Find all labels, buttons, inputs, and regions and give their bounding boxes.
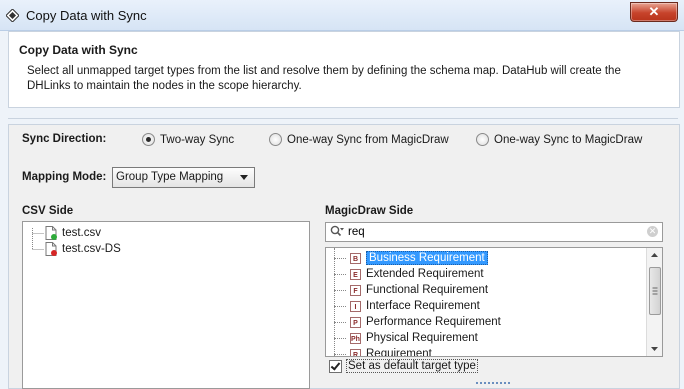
requirement-icon: R — [350, 348, 361, 356]
list-item[interactable]: B Business Requirement — [326, 250, 488, 266]
header-panel: Copy Data with Sync Select all unmapped … — [8, 31, 680, 108]
close-button[interactable]: ✕ — [630, 2, 678, 22]
requirement-icon: I — [350, 300, 361, 312]
dialog-description: Select all unmapped target types from th… — [27, 65, 621, 92]
list-item-label: Functional Requirement — [366, 284, 489, 296]
radio-one-way-from-magicdraw[interactable]: One-way Sync from MagicDraw — [269, 133, 449, 146]
clear-icon[interactable]: ✕ — [647, 226, 658, 237]
radio-one-way-to-magicdraw[interactable]: One-way Sync to MagicDraw — [476, 133, 642, 146]
magicdraw-type-list[interactable]: B Business Requirement E Extended Requir… — [325, 247, 663, 357]
scrollbar-thumb[interactable] — [649, 267, 661, 315]
scroll-down-icon[interactable] — [647, 341, 662, 356]
vertical-scrollbar[interactable] — [646, 248, 662, 356]
radio-two-way-sync[interactable]: Two-way Sync — [142, 133, 234, 146]
list-item[interactable]: R Requirement — [326, 346, 432, 357]
checkbox-checked-icon[interactable] — [329, 359, 342, 373]
mapping-mode-select[interactable]: Group Type Mapping — [112, 167, 255, 188]
requirement-icon: P — [350, 316, 361, 328]
divider — [8, 118, 678, 119]
radio-label: One-way Sync to MagicDraw — [494, 133, 643, 146]
list-item[interactable]: E Extended Requirement — [326, 266, 484, 282]
app-icon — [6, 9, 19, 22]
list-item[interactable]: F Functional Requirement — [326, 282, 488, 298]
list-item-label: Requirement — [366, 348, 432, 357]
scroll-up-icon[interactable] — [647, 248, 662, 263]
magicdraw-side-label: MagicDraw Side — [325, 205, 414, 217]
search-icon — [330, 225, 344, 237]
radio-label: Two-way Sync — [160, 133, 235, 146]
requirement-icon: F — [350, 284, 361, 296]
grip-icon — [652, 287, 658, 295]
csv-file-icon — [45, 226, 57, 240]
list-item-label: Interface Requirement — [366, 300, 480, 312]
splitter-handle[interactable] — [476, 382, 510, 384]
sync-direction-label: Sync Direction: — [22, 133, 107, 145]
checkbox-label: Set as default target type — [346, 359, 478, 373]
list-item[interactable]: Ph Physical Requirement — [326, 330, 478, 346]
requirement-icon: B — [350, 252, 361, 264]
requirement-icon: E — [350, 268, 361, 280]
search-input[interactable] — [348, 224, 628, 239]
list-item-label: Business Requirement — [366, 251, 488, 265]
list-item-label: Extended Requirement — [366, 268, 484, 280]
csv-side-label: CSV Side — [22, 205, 74, 217]
list-item[interactable]: I Interface Requirement — [326, 298, 480, 314]
list-item-label: Performance Requirement — [366, 316, 501, 328]
list-item[interactable]: P Performance Requirement — [326, 314, 501, 330]
tree-item[interactable]: test.csv-DS — [45, 241, 121, 257]
window-title: Copy Data with Sync — [26, 8, 147, 23]
radio-label: One-way Sync from MagicDraw — [287, 133, 449, 146]
radio-selected-indicator — [142, 133, 155, 146]
dialog-heading: Copy Data with Sync — [19, 43, 138, 57]
tree-item[interactable]: test.csv — [45, 225, 101, 241]
csv-tree[interactable]: test.csv test.csv-DS — [22, 221, 310, 389]
requirement-icon: Ph — [350, 332, 361, 344]
title-bar: Copy Data with Sync ✕ — [0, 0, 684, 31]
tree-item-label: test.csv — [62, 227, 101, 239]
default-target-checkbox[interactable]: Set as default target type — [329, 359, 478, 373]
mapping-mode-label: Mapping Mode: — [22, 171, 107, 183]
list-item-label: Physical Requirement — [366, 332, 478, 344]
csv-file-icon — [45, 242, 57, 256]
mapping-mode-value: Group Type Mapping — [116, 171, 224, 183]
tree-item-label: test.csv-DS — [62, 243, 121, 255]
search-field[interactable]: ✕ — [325, 222, 663, 242]
chevron-down-icon — [240, 175, 248, 180]
